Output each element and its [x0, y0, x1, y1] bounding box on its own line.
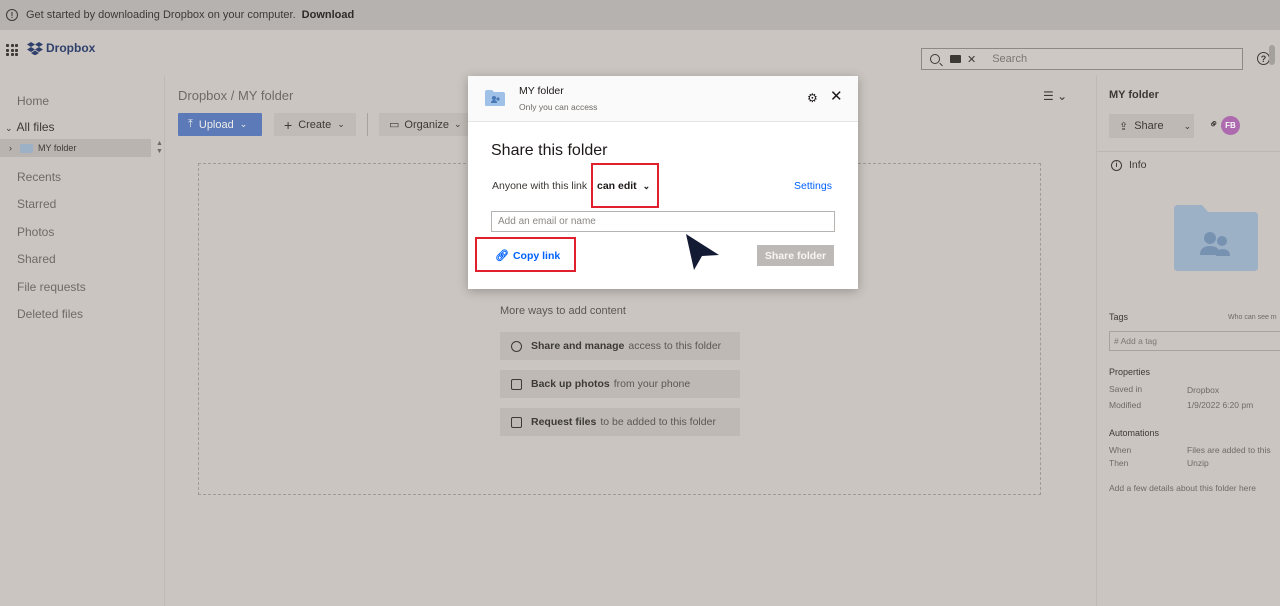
link-settings-link[interactable]: Settings	[794, 180, 832, 192]
highlight-box-copy-link	[475, 237, 576, 272]
link-access-text: Anyone with this link	[492, 180, 588, 192]
email-field[interactable]: Add an email or name	[491, 211, 835, 232]
close-icon[interactable]: ✕	[830, 89, 843, 104]
shared-folder-icon	[485, 90, 505, 106]
highlight-box-permission	[591, 163, 659, 208]
share-folder-button[interactable]: Share folder	[757, 245, 834, 266]
dialog-access-note: Only you can access	[519, 102, 598, 112]
dialog-heading: Share this folder	[491, 142, 608, 159]
gear-icon[interactable]: ⚙	[807, 92, 818, 104]
dialog-header: MY folder Only you can access ⚙ ✕	[468, 76, 858, 122]
dialog-folder-name: MY folder	[519, 85, 564, 97]
mouse-cursor-icon	[686, 234, 719, 270]
